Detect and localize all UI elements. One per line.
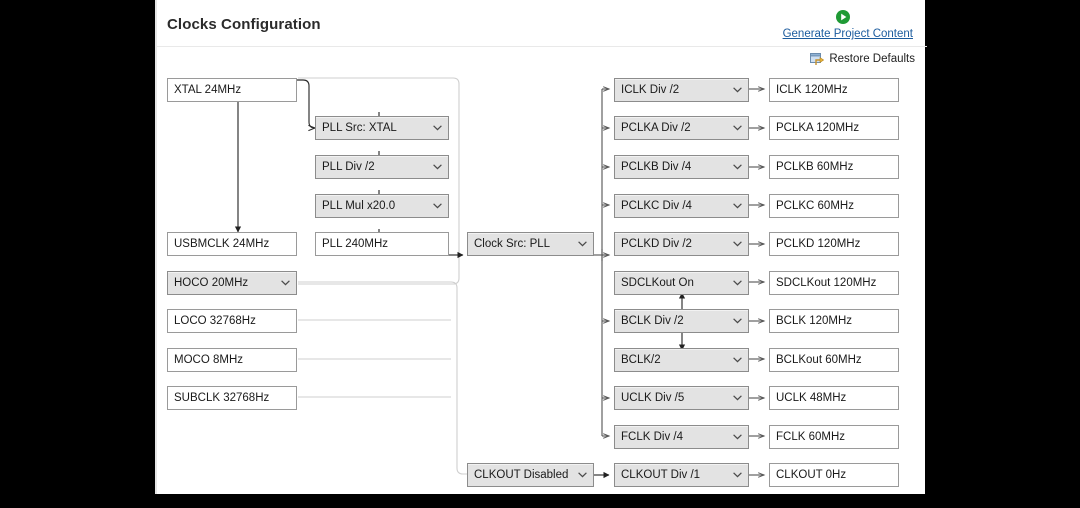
page-title: Clocks Configuration xyxy=(167,16,321,33)
output-fclk: FCLK 60MHz xyxy=(769,425,899,449)
node-label: PCLKA 120MHz xyxy=(776,122,860,134)
node-label: PCLKD Div /2 xyxy=(621,238,692,250)
node-label: CLKOUT Disabled xyxy=(474,469,569,481)
node-label: FCLK Div /4 xyxy=(621,431,683,443)
header-divider xyxy=(157,46,927,47)
node-moco: MOCO 8MHz xyxy=(167,348,297,372)
node-usbmclk: USBMCLK 24MHz xyxy=(167,232,297,256)
output-pclkb: PCLKB 60MHz xyxy=(769,155,899,179)
node-label: ICLK Div /2 xyxy=(621,84,680,96)
chevron-down-icon xyxy=(733,117,742,139)
node-label: SUBCLK 32768Hz xyxy=(174,392,270,404)
output-pclka: PCLKA 120MHz xyxy=(769,116,899,140)
node-label: PCLKB Div /4 xyxy=(621,161,692,173)
node-label: PLL Div /2 xyxy=(322,161,375,173)
output-bclkout: BCLKout 60MHz xyxy=(769,348,899,372)
chevron-down-icon xyxy=(733,195,742,217)
select-clock-src[interactable]: Clock Src: PLL xyxy=(467,232,594,256)
output-uclk: UCLK 48MHz xyxy=(769,386,899,410)
chevron-down-icon xyxy=(433,195,442,217)
node-label: USBMCLK 24MHz xyxy=(174,238,270,250)
node-label: PLL Mul x20.0 xyxy=(322,200,396,212)
screenshot-root: Clocks Configuration Generate Project Co… xyxy=(0,0,1080,508)
output-bclk: BCLK 120MHz xyxy=(769,309,899,333)
node-label: BCLK Div /2 xyxy=(621,315,684,327)
select-pll-div[interactable]: PLL Div /2 xyxy=(315,155,449,179)
select-pll-mul[interactable]: PLL Mul x20.0 xyxy=(315,194,449,218)
chevron-down-icon xyxy=(733,233,742,255)
node-label: ICLK 120MHz xyxy=(776,84,848,96)
node-pll-output: PLL 240MHz xyxy=(315,232,449,256)
node-label: PCLKD 120MHz xyxy=(776,238,861,250)
node-label: PLL Src: XTAL xyxy=(322,122,397,134)
node-label: SDCLKout 120MHz xyxy=(776,277,877,289)
select-clkout-src[interactable]: CLKOUT Disabled xyxy=(467,463,594,487)
chevron-down-icon xyxy=(578,464,587,486)
node-label: SDCLKout On xyxy=(621,277,694,289)
chevron-down-icon xyxy=(733,310,742,332)
node-label: CLKOUT 0Hz xyxy=(776,469,847,481)
node-label: FCLK 60MHz xyxy=(776,431,846,443)
node-label: CLKOUT Div /1 xyxy=(621,469,701,481)
node-label: BCLKout 60MHz xyxy=(776,354,862,366)
node-label: PCLKC Div /4 xyxy=(621,200,692,212)
select-clkout-div[interactable]: CLKOUT Div /1 xyxy=(614,463,749,487)
output-sdclkout: SDCLKout 120MHz xyxy=(769,271,899,295)
chevron-down-icon xyxy=(733,426,742,448)
node-label: PLL 240MHz xyxy=(322,238,389,250)
chevron-down-icon xyxy=(433,156,442,178)
select-fclk-div[interactable]: FCLK Div /4 xyxy=(614,425,749,449)
node-label: HOCO 20MHz xyxy=(174,277,249,289)
node-label: BCLK 120MHz xyxy=(776,315,853,327)
select-pclka-div[interactable]: PCLKA Div /2 xyxy=(614,116,749,140)
node-label: UCLK 48MHz xyxy=(776,392,847,404)
chevron-down-icon xyxy=(733,79,742,101)
select-sdclkout[interactable]: SDCLKout On xyxy=(614,271,749,295)
chevron-down-icon xyxy=(733,156,742,178)
play-circle-icon[interactable] xyxy=(835,9,851,25)
node-label: MOCO 8MHz xyxy=(174,354,243,366)
output-iclk: ICLK 120MHz xyxy=(769,78,899,102)
select-pclkc-div[interactable]: PCLKC Div /4 xyxy=(614,194,749,218)
select-bclk-div[interactable]: BCLK Div /2 xyxy=(614,309,749,333)
node-label: PCLKC 60MHz xyxy=(776,200,854,212)
generate-project-content-link[interactable]: Generate Project Content xyxy=(783,28,913,40)
select-pll-src[interactable]: PLL Src: XTAL xyxy=(315,116,449,140)
chevron-down-icon xyxy=(578,233,587,255)
select-bclk-half[interactable]: BCLK/2 xyxy=(614,348,749,372)
chevron-down-icon xyxy=(281,272,290,294)
node-subclk: SUBCLK 32768Hz xyxy=(167,386,297,410)
node-xtal: XTAL 24MHz xyxy=(167,78,297,102)
node-label: BCLK/2 xyxy=(621,354,661,366)
clock-tree-diagram: XTAL 24MHz USBMCLK 24MHz HOCO 20MHz LOCO… xyxy=(157,60,927,494)
node-label: PCLKA Div /2 xyxy=(621,122,691,134)
select-uclk-div[interactable]: UCLK Div /5 xyxy=(614,386,749,410)
select-hoco[interactable]: HOCO 20MHz xyxy=(167,271,297,295)
node-label: UCLK Div /5 xyxy=(621,392,685,404)
output-pclkc: PCLKC 60MHz xyxy=(769,194,899,218)
clocks-configuration-panel: Clocks Configuration Generate Project Co… xyxy=(155,0,927,494)
node-loco: LOCO 32768Hz xyxy=(167,309,297,333)
select-pclkb-div[interactable]: PCLKB Div /4 xyxy=(614,155,749,179)
chevron-down-icon xyxy=(733,464,742,486)
chevron-down-icon xyxy=(733,387,742,409)
node-label: XTAL 24MHz xyxy=(174,84,242,96)
node-label: PCLKB 60MHz xyxy=(776,161,854,173)
output-clkout: CLKOUT 0Hz xyxy=(769,463,899,487)
node-label: Clock Src: PLL xyxy=(474,238,551,250)
select-iclk-div[interactable]: ICLK Div /2 xyxy=(614,78,749,102)
output-pclkd: PCLKD 120MHz xyxy=(769,232,899,256)
chevron-down-icon xyxy=(733,272,742,294)
node-label: LOCO 32768Hz xyxy=(174,315,256,327)
select-pclkd-div[interactable]: PCLKD Div /2 xyxy=(614,232,749,256)
chevron-down-icon xyxy=(433,117,442,139)
chevron-down-icon xyxy=(733,349,742,371)
